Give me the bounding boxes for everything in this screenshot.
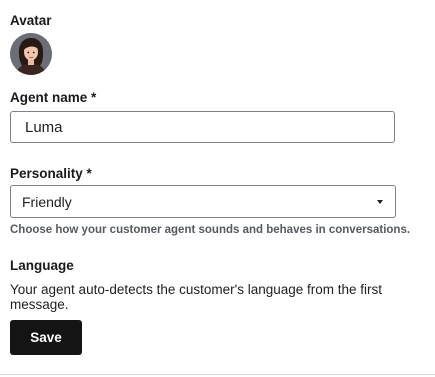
language-label: Language xyxy=(10,258,74,273)
personality-help-text: Choose how your customer agent sounds an… xyxy=(10,224,411,236)
agent-name-input[interactable] xyxy=(10,111,395,143)
bottom-divider xyxy=(0,374,435,375)
language-description: Your agent auto-detects the customer's l… xyxy=(10,282,383,312)
personality-label: Personality * xyxy=(10,166,92,181)
avatar-label: Avatar xyxy=(10,13,52,28)
save-button[interactable]: Save xyxy=(10,320,82,355)
avatar[interactable] xyxy=(10,33,52,75)
woman-avatar-icon xyxy=(10,33,52,75)
caret-down-icon xyxy=(377,200,383,204)
agent-name-label: Agent name * xyxy=(10,90,97,105)
personality-select[interactable]: Friendly xyxy=(10,185,396,218)
personality-selected-value: Friendly xyxy=(22,193,72,210)
